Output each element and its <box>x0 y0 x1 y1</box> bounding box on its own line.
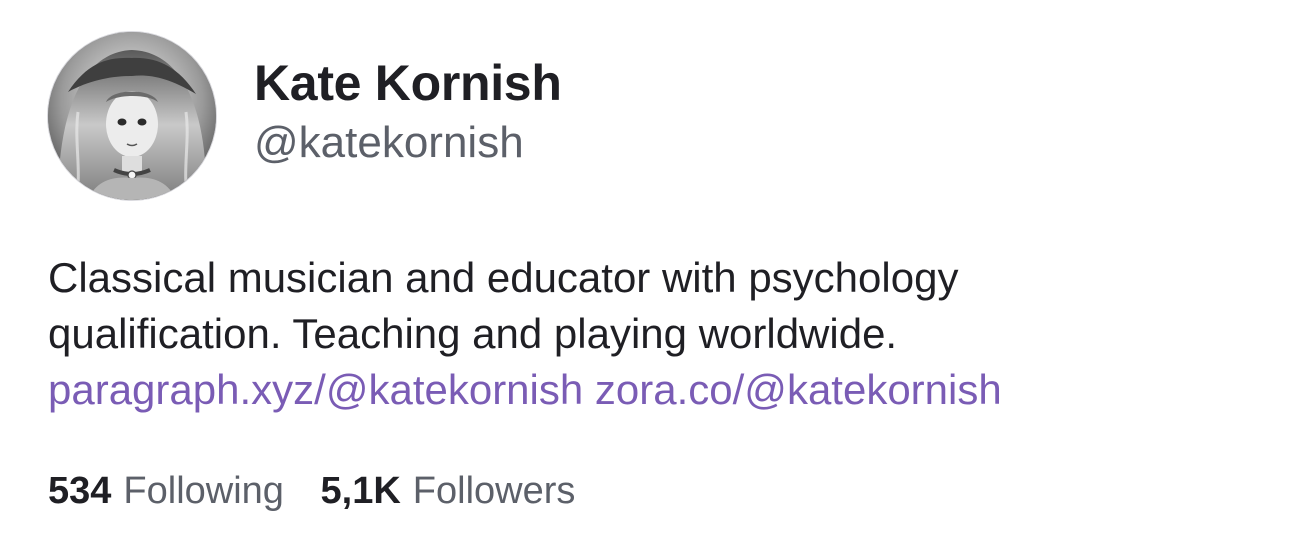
followers-count: 5,1K <box>320 470 401 512</box>
bio-link-zora[interactable]: zora.co/@katekornish <box>595 366 1002 413</box>
bio-links-line: paragraph.xyz/@katekornish zora.co/@kate… <box>48 362 1248 418</box>
avatar[interactable] <box>48 32 216 200</box>
following-count: 534 <box>48 470 112 512</box>
following-label: Following <box>123 470 284 512</box>
bio-link-paragraph[interactable]: paragraph.xyz/@katekornish <box>48 366 583 413</box>
profile-stats: 534 Following 5,1K Followers <box>48 470 575 513</box>
following-stat[interactable]: 534 Following <box>48 470 284 513</box>
profile-bio: Classical musician and educator with psy… <box>48 250 1248 418</box>
bio-text-line: Classical musician and educator with psy… <box>48 254 959 301</box>
avatar-portrait-icon <box>48 32 216 200</box>
display-name: Kate Kornish <box>254 55 562 111</box>
bio-text-line: qualification. Teaching and playing worl… <box>48 310 898 357</box>
username-handle: @katekornish <box>254 118 524 167</box>
followers-label: Followers <box>412 470 576 512</box>
followers-stat[interactable]: 5,1K Followers <box>321 470 576 513</box>
